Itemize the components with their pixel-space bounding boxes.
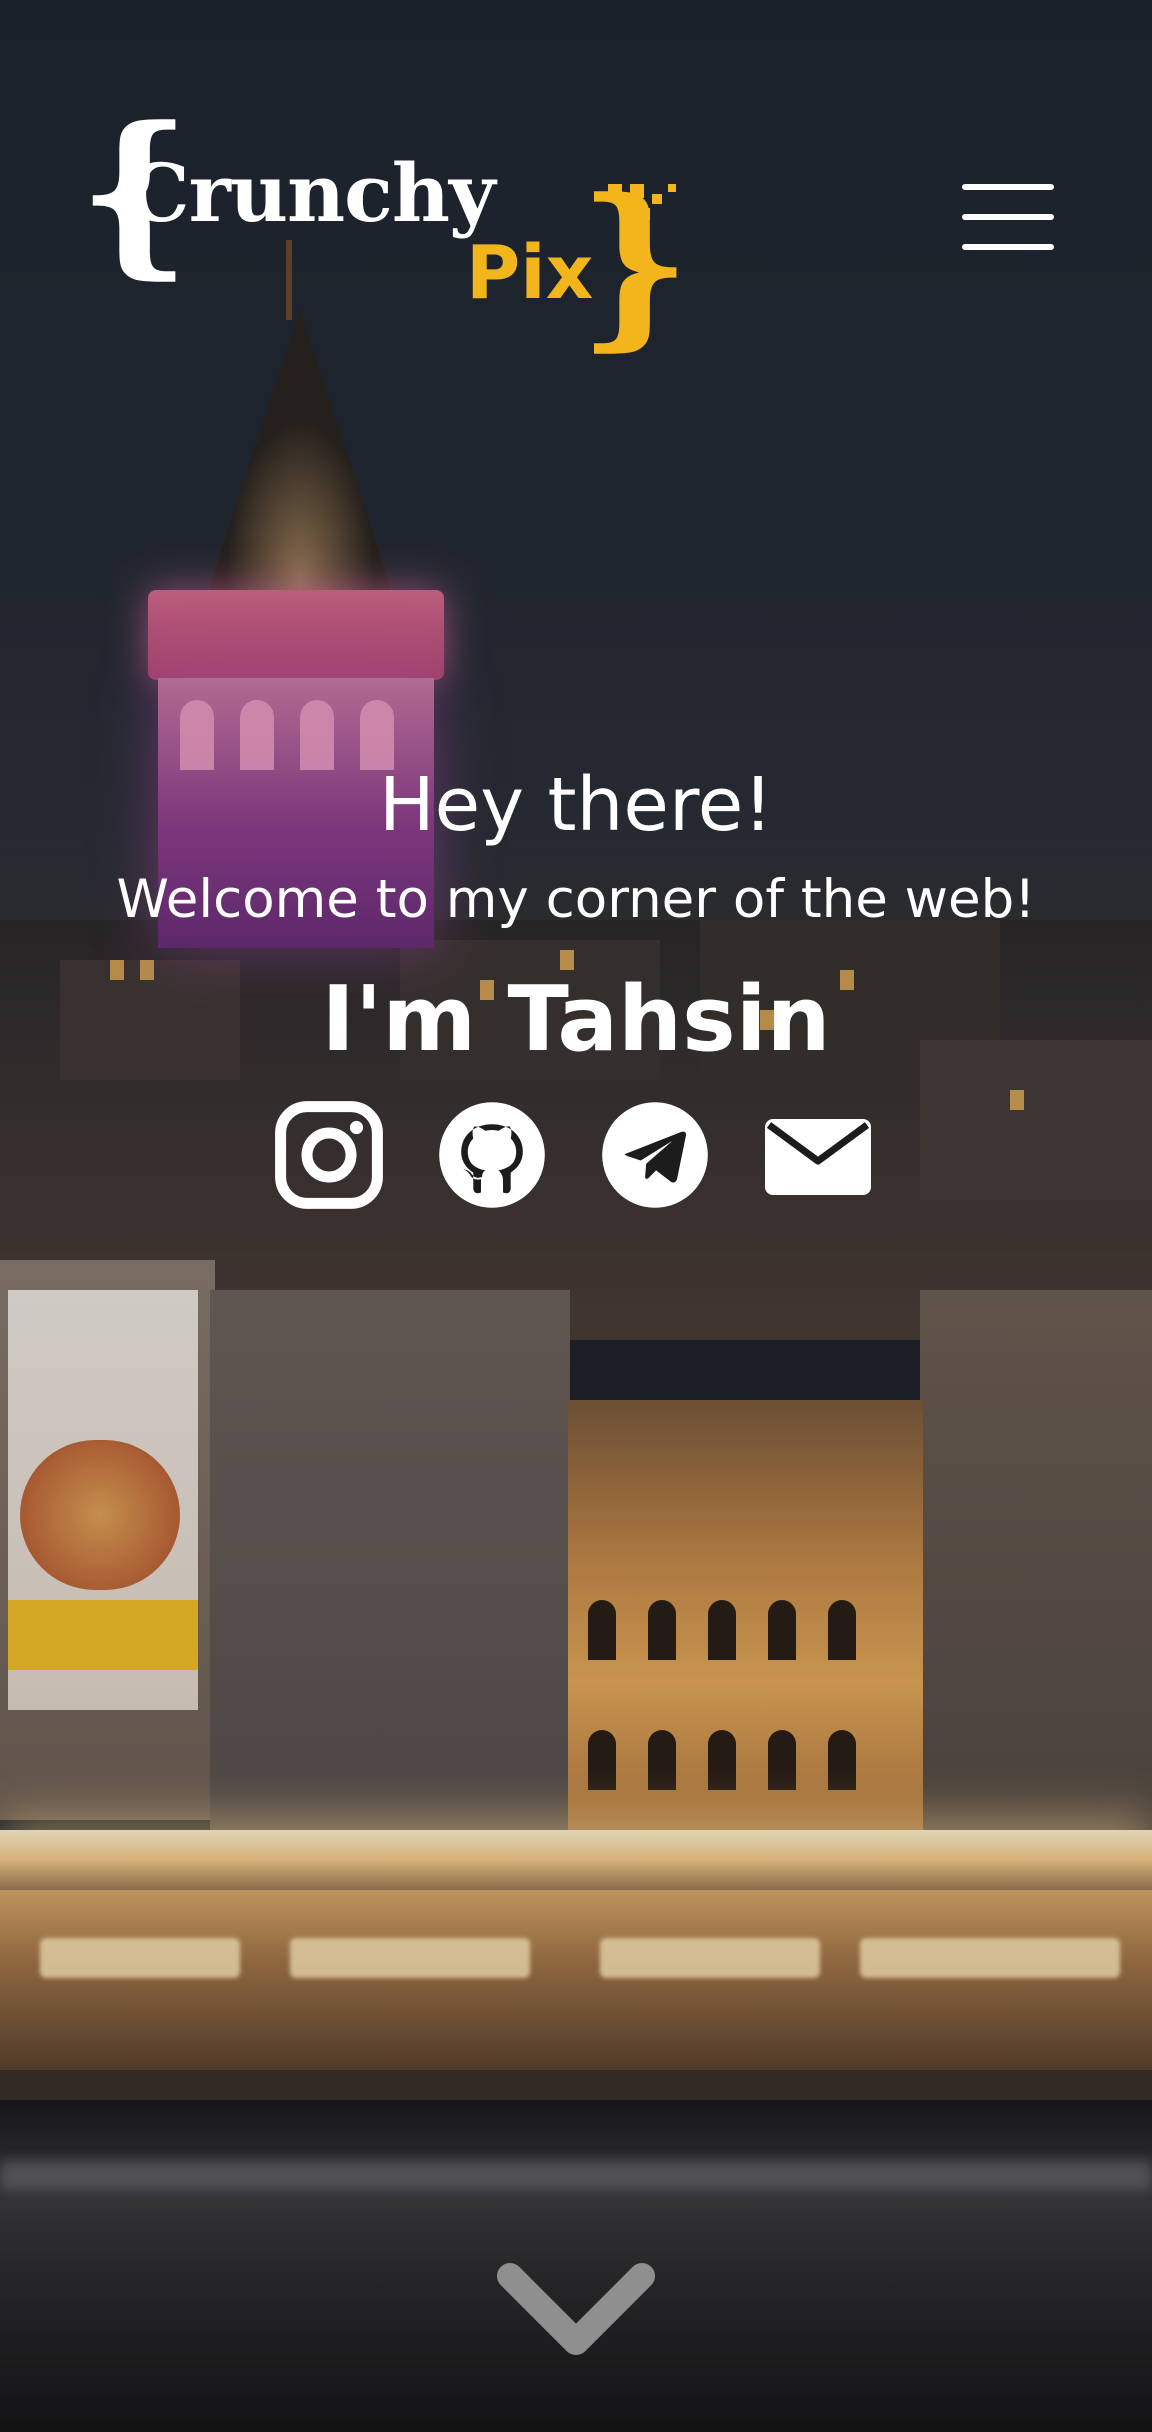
logo-text-crunchy: Crunchy [126, 146, 496, 240]
social-links [274, 1100, 884, 1210]
chevron-down-icon [497, 2263, 655, 2355]
mail-icon [765, 1119, 871, 1195]
hero-greeting: Hey there! [379, 762, 773, 848]
hamburger-icon-bar [962, 244, 1054, 250]
telegram-icon [602, 1102, 708, 1208]
github-icon [439, 1102, 545, 1208]
scroll-down-button[interactable] [496, 2258, 656, 2368]
logo-pixel [638, 208, 650, 220]
logo-pixel [668, 184, 676, 192]
instagram-icon [275, 1101, 383, 1209]
email-link[interactable] [763, 1100, 873, 1210]
github-link[interactable] [437, 1100, 547, 1210]
logo-text-pix: Pix [466, 230, 594, 316]
logo-right-brace: } [578, 160, 692, 367]
logo-pixel [608, 184, 622, 198]
hamburger-menu-button[interactable] [960, 180, 1058, 256]
telegram-link[interactable] [600, 1100, 710, 1210]
instagram-link[interactable] [274, 1100, 384, 1210]
logo-pixel [630, 184, 644, 198]
logo-pixel [652, 194, 662, 204]
hero-welcome-text: Welcome to my corner of the web! [116, 869, 1036, 930]
crunchypix-logo[interactable]: { Crunchy Pix } [78, 104, 692, 382]
hero-name: I'm Tahsin [321, 967, 831, 1072]
hamburger-icon-bar [962, 214, 1054, 220]
hamburger-icon-bar [962, 184, 1054, 190]
